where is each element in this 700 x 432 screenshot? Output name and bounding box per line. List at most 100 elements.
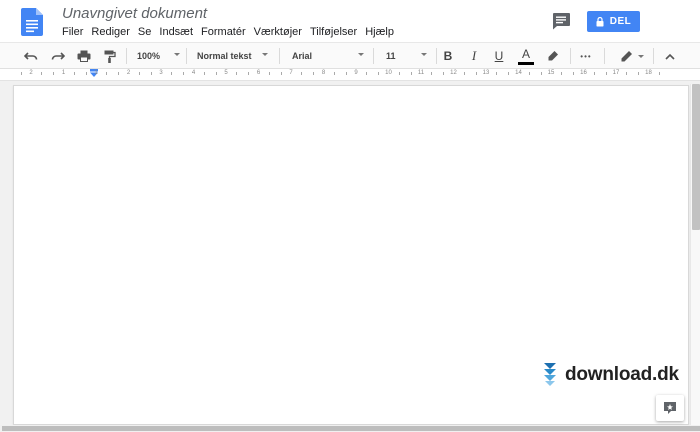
redo-icon [51,52,65,60]
undo-button[interactable] [20,43,42,69]
ruler-tick [561,72,563,75]
ruler-label: 5 [224,70,228,76]
docs-logo-icon[interactable] [21,8,43,36]
horizontal-scrollbar-thumb[interactable] [2,426,700,431]
menu-view[interactable]: Se [134,25,155,39]
watermark-text: download.dk [565,364,679,385]
ruler-label: 2 [29,70,33,76]
paragraph-style-value: Normal tekst [197,51,252,61]
menu-format[interactable]: Formatér [197,25,250,39]
ruler-tick [345,72,347,75]
text-color-letter: A [521,47,530,61]
menu-addons[interactable]: Tilføjelser [306,25,361,39]
ruler-label: 9 [354,70,358,76]
vertical-scrollbar-thumb[interactable] [692,84,700,230]
print-button[interactable] [73,43,95,69]
ruler-label: 18 [645,70,652,76]
menu-bar: Filer Rediger Se Indsæt Formatér Værktøj… [58,25,398,39]
toolbar-separator [279,48,280,64]
ruler-tick [573,72,575,75]
ruler-label: 16 [580,70,587,76]
font-size-value: 11 [386,51,396,61]
paragraph-style-select[interactable]: Normal tekst [193,43,271,69]
chevron-down-icon [358,53,364,56]
ruler-label: 3 [159,70,163,76]
more-button[interactable]: ••• [576,43,596,69]
hide-menus-button[interactable] [660,43,680,69]
ruler-label: 13 [482,70,490,76]
ruler-tick [203,72,205,75]
text-color-swatch [518,62,534,65]
ruler-tick [171,72,173,75]
chevron-down-icon [262,53,268,56]
ruler-tick [398,72,400,75]
toolbar: 100% Normal tekst Arial 11 B I U A ••• [0,42,700,69]
font-size-select[interactable]: 11 [380,43,430,69]
paint-format-button[interactable] [99,43,121,69]
horizontal-scrollbar[interactable] [0,425,700,432]
pencil-icon [621,51,632,62]
ruler-tick [333,72,335,75]
ruler-tick [248,72,250,75]
ruler-label: 7 [289,70,293,76]
text-color-button[interactable]: A [516,43,536,69]
menu-insert[interactable]: Indsæt [155,25,197,39]
editing-mode-button[interactable] [617,43,647,69]
vertical-scrollbar[interactable] [690,84,700,425]
explore-button[interactable] [656,395,684,421]
ruler-label: 14 [515,70,522,76]
ruler-tick [268,72,270,75]
zoom-value: 100% [137,51,161,61]
italic-button[interactable]: I [466,43,482,69]
ruler-label: 4 [191,70,196,76]
explore-icon [664,402,676,414]
ruler-tick [638,72,640,75]
menu-tools[interactable]: Værktøjer [250,25,306,39]
watermark: download.dk [543,362,679,388]
menu-help[interactable]: Hjælp [361,25,398,39]
ruler-tick [496,72,498,75]
ruler-tick [366,72,368,75]
ruler-tick [508,72,510,75]
toolbar-separator [373,48,374,64]
highlight-color-button[interactable] [543,43,563,69]
ruler-tick [280,72,282,75]
ruler-tick [53,72,55,75]
title-bar: Unavngivet dokument Filer Rediger Se Ind… [0,0,700,42]
highlighter-icon [548,51,558,61]
zoom-select[interactable]: 100% [133,43,183,69]
bold-button[interactable]: B [440,43,456,69]
ruler-tick [20,72,22,75]
menu-edit[interactable]: Rediger [87,25,134,39]
ruler-label: 17 [612,70,620,76]
font-value: Arial [292,51,313,61]
ruler-tick [41,72,43,75]
paint-format-icon [104,50,116,63]
toolbar-separator [570,48,571,64]
ruler-tick [475,72,477,75]
ruler-tick [118,72,120,75]
ruler-label: 1 [61,70,66,76]
menu-file[interactable]: Filer [58,25,87,39]
ruler-tick [431,72,433,75]
chevron-down-icon [174,53,180,56]
underline-button[interactable]: U [491,43,507,69]
download-logo-icon [544,363,556,386]
toolbar-separator [186,48,187,64]
ruler-label: 12 [450,70,457,76]
chevron-down-icon [638,54,644,58]
font-select[interactable]: Arial [287,43,367,69]
ruler-tick [593,72,595,75]
comments-icon[interactable] [551,12,571,30]
toolbar-separator [436,48,437,64]
ruler-tick [443,72,445,75]
undo-icon [24,52,38,60]
ruler[interactable]: 2 1 1 2 3 4 5 6 7 8 9 10 11 12 13 14 15 16 17 18 [0,69,700,81]
document-title[interactable]: Unavngivet dokument [62,5,207,22]
share-button[interactable]: DEL [587,11,640,32]
ruler-label: 15 [547,70,555,76]
redo-button[interactable] [47,43,69,69]
ruler-tick [215,72,217,75]
ruler-tick [73,72,75,75]
ruler-tick [106,72,108,75]
